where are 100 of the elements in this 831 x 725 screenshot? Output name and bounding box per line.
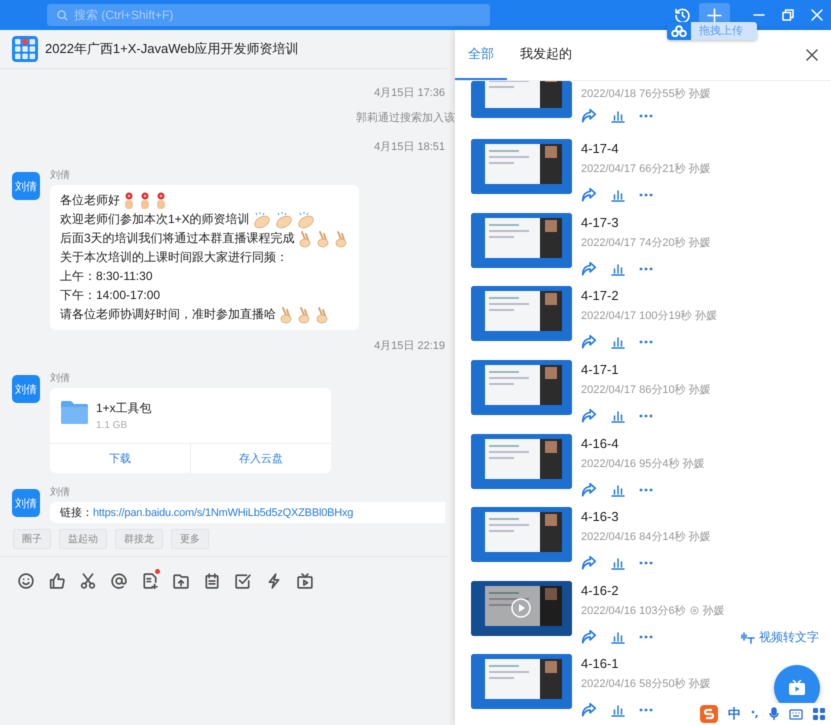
search-icon: [57, 10, 68, 20]
microphone-icon[interactable]: [769, 707, 779, 721]
avatar[interactable]: 刘倩: [12, 489, 40, 517]
video-title[interactable]: 4-17-2: [581, 288, 619, 304]
close-panel-button[interactable]: [805, 48, 819, 62]
share-button[interactable]: [581, 629, 597, 646]
share-icon: [581, 260, 597, 277]
scissors-button[interactable]: [78, 571, 98, 591]
more-button[interactable]: [639, 192, 653, 197]
folder-icon: [60, 400, 89, 425]
bar-chart-icon: [611, 482, 625, 496]
file-action-button[interactable]: 存入云盘: [190, 444, 331, 473]
stats-button[interactable]: [611, 335, 625, 350]
stats-button[interactable]: [611, 556, 625, 570]
message-text: 欢迎老师们参加本次1+X的师资培训: [60, 211, 250, 228]
quick-reply-chip[interactable]: 益起动: [59, 529, 107, 549]
share-button[interactable]: [581, 408, 597, 424]
more-button[interactable]: [639, 114, 653, 118]
avatar[interactable]: 刘倩: [12, 172, 40, 200]
bar-chart-icon: [611, 335, 625, 350]
stats-button[interactable]: [611, 262, 625, 276]
scissors-icon: [80, 573, 96, 589]
video-title[interactable]: 4-16-2: [581, 582, 619, 598]
notification-dot: [155, 569, 160, 574]
at-sign-button[interactable]: [109, 571, 129, 591]
video-meta: 2022/04/16 84分14秒 孙媛: [581, 530, 711, 544]
share-icon: [581, 555, 597, 572]
video-thumbnail[interactable]: [471, 654, 572, 710]
timestamp: 4月15日 18:51: [374, 140, 445, 154]
share-button[interactable]: [581, 482, 597, 498]
emoji-button[interactable]: [16, 571, 36, 591]
video-thumbnail[interactable]: [471, 138, 572, 194]
video-meta: 2022/04/17 74分20秒 孙媛: [581, 236, 711, 250]
keyboard-icon[interactable]: [789, 708, 803, 720]
link[interactable]: https://pan.baidu.com/s/1NmWHiLb5d5zQXZBBl0BHxg: [93, 506, 354, 518]
lightning-icon: [266, 573, 282, 589]
group-avatar-icon[interactable]: [12, 36, 38, 62]
more-button[interactable]: [639, 708, 653, 712]
stats-button[interactable]: [611, 188, 625, 202]
input-method-logo-icon[interactable]: [700, 705, 718, 723]
share-button[interactable]: [581, 334, 597, 350]
video-title[interactable]: 4-17-1: [581, 362, 619, 377]
share-button[interactable]: [581, 260, 597, 277]
stats-button[interactable]: [611, 408, 625, 423]
video-meta: 2022/04/17 66分21秒 孙媛: [581, 162, 711, 176]
quick-reply-chip[interactable]: 圈子: [13, 529, 51, 549]
file-size: 1.1 GB: [96, 420, 128, 431]
more-button[interactable]: [639, 635, 653, 640]
share-button[interactable]: [581, 186, 597, 203]
video-thumbnail[interactable]: [471, 81, 572, 118]
flower-emoji-icon: [138, 192, 152, 210]
thumbs-up-button[interactable]: [47, 571, 67, 591]
share-button[interactable]: [581, 555, 597, 572]
timestamp: 4月15日 22:19: [374, 339, 445, 353]
share-button[interactable]: [581, 702, 597, 718]
share-icon: [581, 408, 597, 424]
history-icon: [675, 8, 690, 22]
video-thumbnail[interactable]: [471, 212, 572, 268]
stats-button[interactable]: [611, 482, 625, 496]
video-thumbnail[interactable]: [471, 507, 572, 562]
video-thumbnail[interactable]: [471, 580, 572, 636]
video-title[interactable]: 4-17-3: [581, 214, 619, 230]
plus-icon: [707, 8, 722, 22]
tv-play-button[interactable]: [295, 571, 315, 591]
more-icon: [639, 708, 653, 712]
video-title[interactable]: 4-16-1: [581, 656, 619, 672]
quick-reply-chip[interactable]: 群接龙: [115, 529, 163, 549]
avatar[interactable]: 刘倩: [12, 375, 40, 403]
more-button[interactable]: [639, 488, 653, 492]
stats-button[interactable]: [611, 630, 625, 644]
more-button[interactable]: [639, 414, 653, 418]
play-icon[interactable]: [511, 598, 531, 618]
punctuation-icon[interactable]: [751, 709, 759, 719]
share-icon: [581, 186, 597, 203]
video-thumbnail[interactable]: [471, 360, 572, 415]
video-title[interactable]: 4-16-4: [581, 436, 619, 450]
input-mode-text[interactable]: 中: [728, 705, 741, 723]
video-title[interactable]: 4-16-3: [581, 509, 619, 524]
more-button[interactable]: [639, 561, 653, 566]
file-card[interactable]: 1+x工具包 1.1 GB 下载 存入云盘: [50, 388, 331, 473]
stats-button[interactable]: [611, 703, 625, 718]
share-icon: [581, 629, 597, 646]
thumbs-up-icon: [49, 573, 65, 589]
bar-chart-icon: [611, 630, 625, 644]
video-to-text-button[interactable]: 视频转文字: [741, 628, 819, 646]
more-icon: [639, 340, 653, 344]
share-button[interactable]: [581, 108, 597, 124]
video-thumbnail[interactable]: [471, 434, 572, 488]
hand-gesture-icon: [314, 306, 330, 324]
video-thumbnail[interactable]: [471, 286, 572, 342]
stats-button[interactable]: [611, 109, 625, 123]
file-action-button[interactable]: 下载: [50, 444, 190, 473]
video-title[interactable]: 4-17-4: [581, 140, 619, 156]
tab[interactable]: 我发起的: [507, 30, 585, 80]
quick-reply-chip[interactable]: 更多: [171, 529, 209, 549]
grid-icon[interactable]: [813, 708, 825, 720]
more-button[interactable]: [639, 266, 653, 271]
system-notice: 郭莉通过搜索加入该: [356, 110, 455, 125]
more-button[interactable]: [639, 340, 653, 344]
more-icon: [639, 266, 653, 271]
